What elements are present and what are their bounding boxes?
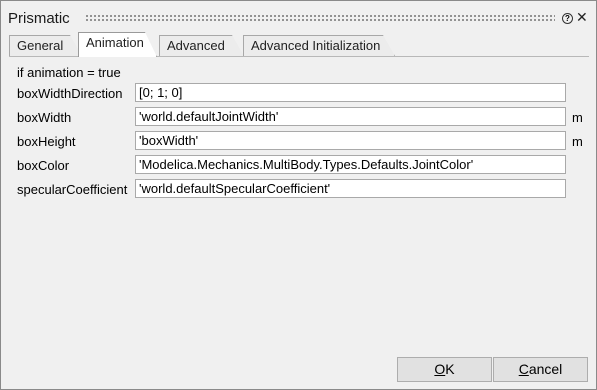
boxheight-input[interactable] <box>135 131 566 150</box>
boxwidth-input[interactable] <box>135 107 566 126</box>
ok-mnemonic: O <box>434 361 446 377</box>
unit-label: m <box>572 134 583 149</box>
title-bar[interactable]: Prismatic ? ✕ <box>1 1 596 31</box>
drag-grip[interactable] <box>85 14 555 22</box>
boxcolor-input[interactable] <box>135 155 566 174</box>
question-icon[interactable]: ? <box>562 13 573 24</box>
window-title: Prismatic <box>8 10 70 27</box>
param-label-boxwidthdirection: boxWidthDirection <box>17 86 123 101</box>
specularcoefficient-input[interactable] <box>135 179 566 198</box>
ok-button[interactable]: OK <box>397 357 492 382</box>
cancel-button[interactable]: Cancel <box>493 357 588 382</box>
boxwidthdirection-input[interactable] <box>135 83 566 102</box>
condition-note: if animation = true <box>17 65 121 80</box>
tab-bar: General Animation Advanced Advanced Init… <box>1 32 596 57</box>
close-icon[interactable]: ✕ <box>576 10 588 24</box>
tab-general-label: General <box>17 38 64 53</box>
cancel-mnemonic: C <box>518 361 529 377</box>
tab-general[interactable]: General <box>9 35 82 56</box>
prismatic-dialog: Prismatic ? ✕ General Animation Advanced… <box>0 0 597 390</box>
tab-advanced-label: Advanced <box>167 38 225 53</box>
tab-animation[interactable]: Animation <box>78 32 157 57</box>
param-label-specularcoefficient: specularCoefficient <box>17 182 128 197</box>
param-label-boxwidth: boxWidth <box>17 110 72 125</box>
tab-advanced[interactable]: Advanced <box>159 35 244 56</box>
unit-label: m <box>572 110 583 125</box>
tab-animation-label: Animation <box>86 35 144 50</box>
tab-advanced-initialization[interactable]: Advanced Initialization <box>243 35 395 56</box>
cancel-label-rest: ancel <box>528 361 563 377</box>
ok-label-rest: K <box>445 361 455 377</box>
param-label-boxcolor: boxColor <box>17 158 70 173</box>
param-label-boxheight: boxHeight <box>17 134 76 149</box>
tab-advanced-initialization-label: Advanced Initialization <box>251 38 381 53</box>
